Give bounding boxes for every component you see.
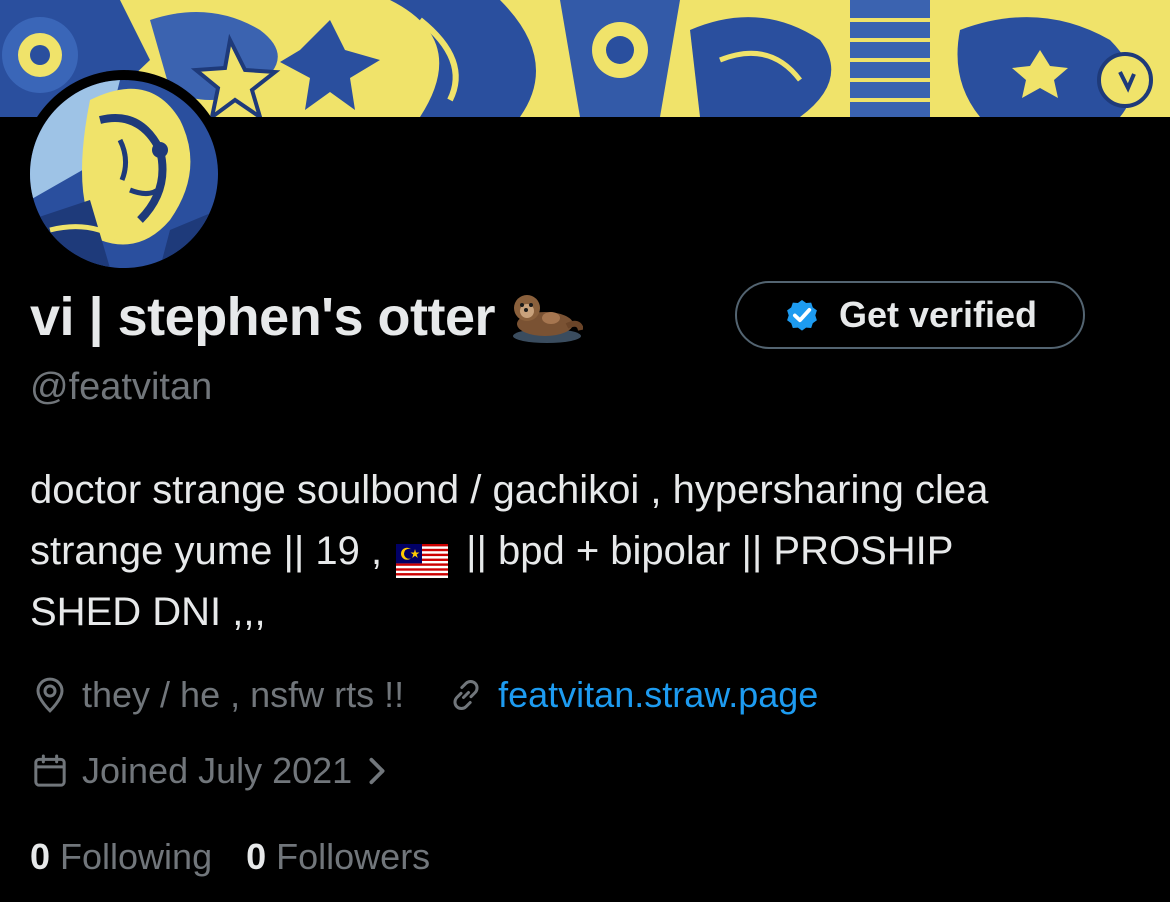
- following-label: Following: [60, 836, 213, 877]
- profile-handle: @featvitan: [30, 366, 213, 408]
- profile-joined-date: Joined July 2021: [82, 750, 353, 791]
- avatar-container[interactable]: [20, 70, 228, 278]
- display-name: vi | stephen's otter: [30, 287, 496, 347]
- profile-joined-row[interactable]: Joined July 2021: [30, 744, 390, 798]
- profile-name-row: vi | stephen's otter: [30, 280, 585, 354]
- profile-bio: doctor strange soulbond / gachikoi , hyp…: [30, 460, 1160, 643]
- avatar[interactable]: [30, 80, 218, 268]
- get-verified-button[interactable]: Get verified: [735, 281, 1085, 349]
- calendar-icon: [34, 754, 66, 787]
- profile-meta-row: they / he , nsfw rts !! featvitan.straw.…: [30, 668, 818, 722]
- get-verified-label: Get verified: [838, 294, 1038, 335]
- followers-count: 0: [246, 836, 267, 877]
- avatar-image: [30, 80, 218, 268]
- followers-stat[interactable]: 0 Followers: [246, 836, 430, 878]
- location-pin-icon: [36, 677, 64, 713]
- following-stat[interactable]: 0 Following: [30, 836, 212, 878]
- bio-line-2: strange yume || 19 , || bpd + bipolar ||…: [30, 521, 1160, 582]
- bio-line-3: SHED DNI ,,,: [30, 590, 266, 634]
- profile-website-link[interactable]: featvitan.straw.page: [498, 674, 818, 716]
- bio-line-2-text-start: strange yume || 19 ,: [30, 529, 383, 573]
- profile-location: they / he , nsfw rts !!: [82, 674, 405, 715]
- chevron-right-icon: [369, 757, 385, 785]
- verified-badge-icon: [787, 299, 817, 331]
- otter-icon: [511, 290, 585, 344]
- bio-line-2-text-end: || bpd + bipolar || PROSHIP: [466, 529, 954, 573]
- profile-website-group[interactable]: featvitan.straw.page: [446, 674, 818, 716]
- followers-label: Followers: [276, 836, 431, 877]
- bio-line-1: doctor strange soulbond / gachikoi , hyp…: [30, 468, 989, 512]
- profile-stats-row: 0 Following 0 Followers: [30, 830, 430, 884]
- malaysia-flag-icon: [396, 535, 449, 578]
- link-icon: [453, 679, 479, 711]
- following-count: 0: [30, 836, 51, 877]
